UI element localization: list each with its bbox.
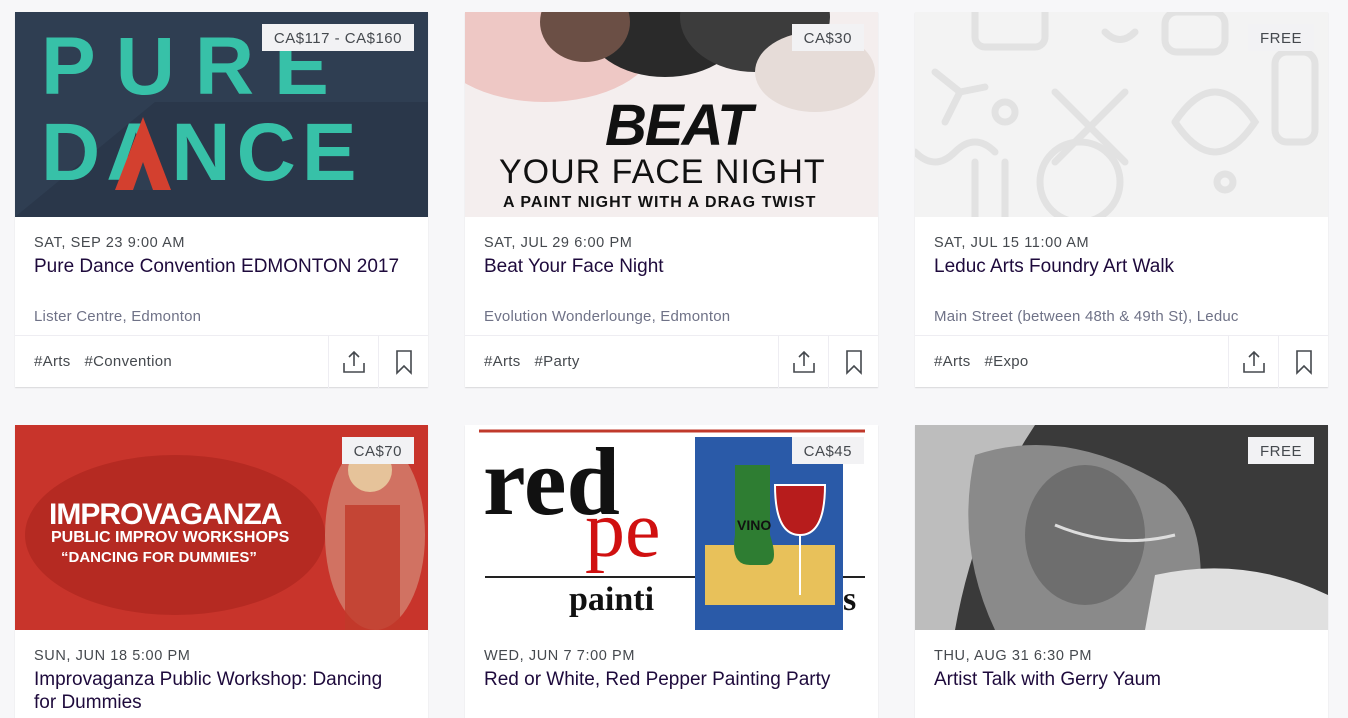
bookmark-button[interactable] [828, 335, 878, 388]
bookmark-button[interactable] [378, 335, 428, 388]
event-image[interactable]: IMPROVAGANZA PUBLIC IMPROV WORKSHOPS “DA… [15, 425, 428, 630]
event-title[interactable]: Leduc Arts Foundry Art Walk [934, 255, 1309, 278]
event-card[interactable]: BEAT YOUR FACE NIGHT A PAINT NIGHT WITH … [465, 12, 878, 388]
image-text-dancing-for-dummies: “DANCING FOR DUMMIES” [61, 549, 257, 566]
share-button[interactable] [328, 335, 378, 388]
event-image[interactable]: FREE [915, 425, 1328, 630]
share-icon [792, 350, 815, 373]
event-date: WED, JUN 7 7:00 PM [484, 648, 635, 664]
event-date: THU, AUG 31 6:30 PM [934, 648, 1093, 664]
image-text-improvaganza: IMPROVAGANZA [49, 498, 282, 531]
bookmark-button[interactable] [1278, 335, 1328, 388]
price-badge: CA$70 [341, 437, 414, 464]
bookmark-icon [845, 349, 862, 375]
bookmark-icon [395, 349, 412, 375]
price-badge: FREE [1247, 437, 1314, 464]
image-text-public-workshops: PUBLIC IMPROV WORKSHOPS [51, 529, 290, 546]
image-text-your-face-night: YOUR FACE NIGHT [499, 153, 826, 191]
event-card[interactable]: IMPROVAGANZA PUBLIC IMPROV WORKSHOPS “DA… [15, 425, 428, 718]
event-card[interactable]: red pe painti s VINO CA$45 WED, JUN 7 7:… [465, 425, 878, 718]
event-date: SUN, JUN 18 5:00 PM [34, 648, 191, 664]
image-text-dance: DANCE [41, 107, 363, 198]
image-text-subtitle: A PAINT NIGHT WITH A DRAG TWIST [503, 194, 817, 211]
event-image[interactable]: PURE DANCE CA$117 - CA$160 [15, 12, 428, 217]
event-card[interactable]: PURE DANCE CA$117 - CA$160 SAT, SEP 23 9… [15, 12, 428, 388]
event-venue: Main Street (between 48th & 49th St), Le… [934, 308, 1239, 325]
event-date: SAT, JUL 29 6:00 PM [484, 235, 633, 251]
event-venue: Evolution Wonderlounge, Edmonton [484, 308, 731, 325]
event-date: SAT, JUL 15 11:00 AM [934, 235, 1090, 251]
event-title[interactable]: Red or White, Red Pepper Painting Party [484, 668, 859, 691]
image-text-beat: BEAT [605, 93, 753, 158]
share-icon [1242, 350, 1265, 373]
image-text-pepper: pe [585, 486, 661, 574]
event-title[interactable]: Pure Dance Convention EDMONTON 2017 [34, 255, 409, 278]
tag[interactable]: #Arts [934, 353, 971, 370]
image-text-s: s [843, 581, 857, 618]
event-title[interactable]: Beat Your Face Night [484, 255, 859, 278]
bookmark-icon [1295, 349, 1312, 375]
image-text-vino: VINO [737, 517, 772, 533]
tag[interactable]: #Arts [34, 353, 71, 370]
event-image[interactable]: FREE [915, 12, 1328, 217]
event-title[interactable]: Improvaganza Public Workshop: Dancing fo… [34, 668, 409, 714]
event-venue: Lister Centre, Edmonton [34, 308, 202, 325]
price-badge: CA$30 [791, 24, 864, 51]
tag[interactable]: #Convention [85, 353, 173, 370]
price-badge: CA$117 - CA$160 [261, 24, 414, 51]
image-text-painting: painti [569, 581, 655, 618]
event-image[interactable]: red pe painti s VINO CA$45 [465, 425, 878, 630]
event-card[interactable]: FREE THU, AUG 31 6:30 PM Artist Talk wit… [915, 425, 1328, 718]
event-card[interactable]: FREE SAT, JUL 15 11:00 AM Leduc Arts Fou… [915, 12, 1328, 388]
tag[interactable]: #Expo [985, 353, 1029, 370]
tag[interactable]: #Arts [484, 353, 521, 370]
tag[interactable]: #Party [535, 353, 580, 370]
event-image[interactable]: BEAT YOUR FACE NIGHT A PAINT NIGHT WITH … [465, 12, 878, 217]
share-button[interactable] [1228, 335, 1278, 388]
share-icon [342, 350, 365, 373]
price-badge: CA$45 [791, 437, 864, 464]
price-badge: FREE [1247, 24, 1314, 51]
event-title[interactable]: Artist Talk with Gerry Yaum [934, 668, 1309, 691]
dance-triangle-mark [115, 117, 171, 190]
share-button[interactable] [778, 335, 828, 388]
event-date: SAT, SEP 23 9:00 AM [34, 235, 186, 251]
